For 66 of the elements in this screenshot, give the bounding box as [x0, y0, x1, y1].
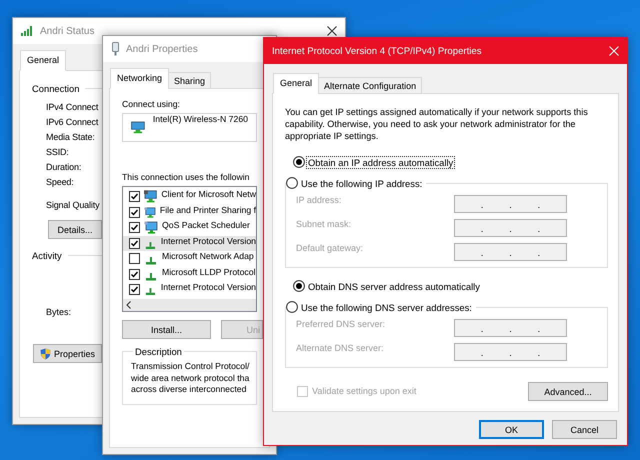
radio-button[interactable] [286, 177, 298, 189]
details-button[interactable]: Details... [48, 220, 102, 239]
close-icon[interactable] [327, 26, 337, 36]
checkbox[interactable] [129, 206, 140, 218]
field-label: Speed: [46, 177, 74, 187]
scroll-bar[interactable] [123, 299, 256, 311]
window-title: Andri Properties [126, 44, 198, 54]
checkbox[interactable] [129, 222, 140, 234]
component-label[interactable]: Microsoft Network Adap [162, 251, 254, 261]
section-heading: Connection [32, 83, 80, 94]
checkbox[interactable] [129, 253, 140, 264]
tab[interactable]: General [273, 73, 320, 94]
tab[interactable]: General [20, 50, 66, 71]
component-label[interactable]: File and Printer Sharing f [160, 204, 256, 214]
plug-icon [111, 42, 120, 56]
signal-icon [21, 26, 34, 36]
field-label: IPv6 Connect [46, 117, 98, 127]
radio-button[interactable] [286, 301, 298, 313]
adapter-name: Intel(R) Wireless-N 7260 [152, 114, 248, 124]
intro-text: You can get IP settings assigned automatically if your network supports this capability. Otherwise, you need to ask your network administrator for the appropriate IP settings. [285, 106, 589, 142]
computer-icon [144, 221, 158, 234]
field-label: Media State: [46, 132, 95, 142]
description-text: wide area network protocol tha [131, 372, 250, 384]
computer-icon [144, 206, 156, 219]
description-text: across diverse interconnected [131, 384, 246, 396]
dialog-button[interactable]: Cancel [552, 420, 617, 439]
window-title: Internet Protocol Version 4 (TCP/IPv4) Properties [272, 46, 482, 56]
advanced-button[interactable]: Advanced... [528, 382, 608, 401]
field-label: SSID: [46, 147, 69, 157]
checkbox[interactable] [129, 268, 140, 280]
tab[interactable]: Alternate Configuration [318, 77, 422, 94]
computer-icon [131, 121, 145, 134]
tab[interactable]: Sharing [168, 72, 212, 89]
radio-label[interactable]: Obtain DNS server address automatically [307, 280, 481, 292]
chevron-left-icon[interactable] [126, 301, 131, 309]
field-label: IP address: [296, 195, 342, 205]
checkbox[interactable] [129, 284, 140, 296]
shield-icon [40, 348, 51, 360]
field-label: Subnet mask: [296, 219, 352, 229]
component-label[interactable]: Client for Microsoft Netw [161, 189, 256, 199]
description-text: Transmission Control Protocol/ [131, 361, 250, 372]
field-label: IPv4 Connect [46, 102, 98, 112]
field-label: Duration: [46, 162, 82, 172]
section-heading: Activity [32, 250, 62, 261]
window-title: Andri Status [40, 26, 94, 36]
connect-using-label: Connect using: [122, 99, 180, 109]
properties-button[interactable]: Properties [33, 344, 102, 363]
field-label: Signal Quality [46, 200, 100, 210]
radio-label[interactable]: Obtain an IP address automatically [307, 156, 454, 168]
radio-button[interactable] [293, 280, 305, 292]
component-label[interactable]: QoS Packet Scheduler [162, 220, 250, 230]
action-button[interactable]: Install... [122, 320, 211, 339]
computer-icon [144, 190, 158, 204]
component-label[interactable]: Internet Protocol Version [160, 282, 256, 292]
field-label: Alternate DNS server: [296, 343, 384, 353]
tab[interactable]: Networking [110, 68, 170, 89]
field-label: Preferred DNS server: [296, 319, 386, 329]
field-label: Bytes: [46, 307, 72, 317]
radio-button[interactable] [293, 156, 305, 168]
checkbox[interactable] [129, 191, 140, 202]
field-label: Default gateway: [296, 243, 364, 253]
dialog-button[interactable]: OK [479, 420, 544, 439]
components-label: This connection uses the followin [122, 172, 250, 182]
component-label[interactable]: Microsoft LLDP Protocol [162, 266, 256, 276]
group-label: Description [133, 346, 184, 357]
checkbox[interactable] [129, 238, 140, 249]
